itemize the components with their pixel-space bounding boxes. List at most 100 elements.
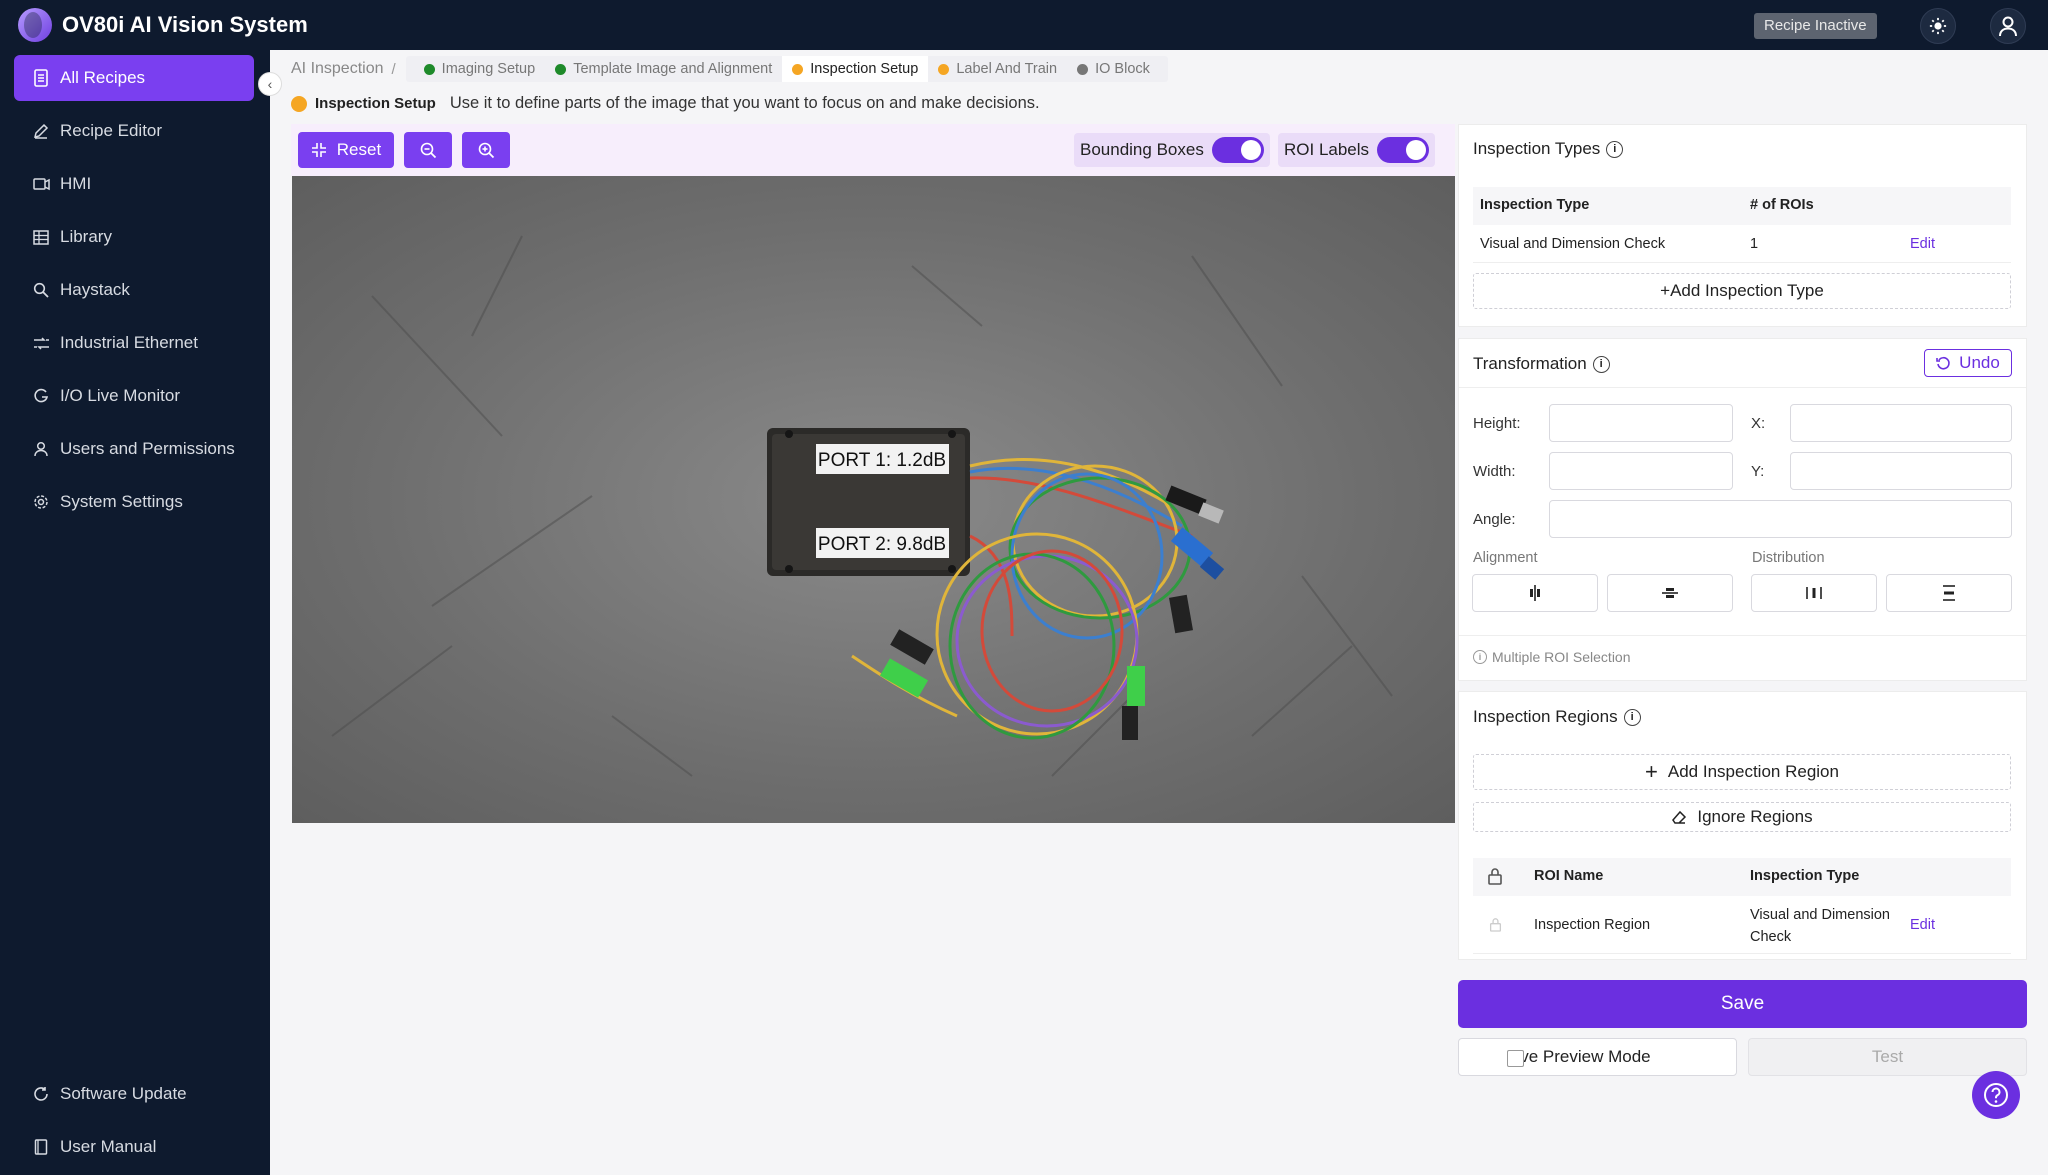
alignment-label: Alignment xyxy=(1473,550,1538,566)
user-icon xyxy=(32,440,50,458)
lock-icon xyxy=(1488,868,1502,885)
align-horizontal-center-icon xyxy=(1530,585,1540,601)
inspection-types-header: Inspection Type # of ROIs xyxy=(1473,187,2011,225)
sidebar-item-user-manual[interactable]: User Manual xyxy=(14,1124,254,1170)
tab-inspection-setup[interactable]: Inspection Setup xyxy=(782,56,929,82)
zoom-in-button[interactable] xyxy=(462,132,510,168)
undo-button[interactable]: Undo xyxy=(1924,349,2012,377)
sidebar-item-recipe-editor[interactable]: Recipe Editor xyxy=(14,108,254,154)
sidebar-item-label: Software Update xyxy=(60,1084,187,1103)
height-label: Height: xyxy=(1473,415,1521,432)
inspection-type-cell: Visual and Dimension Check xyxy=(1480,236,1666,252)
collapse-sidebar-button[interactable]: ‹ xyxy=(258,72,282,96)
button-label: Add Inspection Region xyxy=(1667,762,1839,781)
bounding-boxes-toggle[interactable]: Bounding Boxes xyxy=(1074,133,1270,167)
sidebar-item-label: Users and Permissions xyxy=(60,439,235,458)
column-header: ROI Name xyxy=(1534,868,1604,884)
edit-inspection-type-link[interactable]: Edit xyxy=(1910,236,1935,252)
help-button[interactable] xyxy=(1972,1071,2020,1119)
divider xyxy=(1459,387,2026,388)
sidebar-item-all-recipes[interactable]: All Recipes xyxy=(14,55,254,101)
sidebar-item-hmi[interactable]: HMI xyxy=(14,161,254,207)
distribution-label: Distribution xyxy=(1752,550,1825,566)
sidebar-item-library[interactable]: Library xyxy=(14,214,254,260)
monitor-icon xyxy=(32,175,50,193)
tab-label-and-train[interactable]: Label And Train xyxy=(928,56,1067,82)
align-vertical-center-icon xyxy=(1662,588,1678,598)
save-button[interactable]: Save xyxy=(1458,980,2027,1028)
bounding-boxes-switch[interactable] xyxy=(1211,137,1264,163)
roi-type-cell: Visual and Dimension Check xyxy=(1750,907,1890,945)
sidebar-item-label: User Manual xyxy=(60,1137,157,1156)
zoom-in-icon xyxy=(478,142,494,158)
add-inspection-type-button[interactable]: +Add Inspection Type xyxy=(1473,273,2011,309)
live-preview-mode-toggle[interactable]: Live Preview Mode xyxy=(1458,1038,1737,1076)
angle-input[interactable] xyxy=(1549,500,2012,538)
sidebar-item-label: Library xyxy=(60,227,112,246)
edit-inspection-region-link[interactable]: Edit xyxy=(1910,917,1935,933)
test-button[interactable]: Test xyxy=(1748,1038,2027,1076)
button-label: Ignore Regions xyxy=(1697,807,1813,826)
column-header: Inspection Type xyxy=(1750,868,1860,884)
tab-label: IO Block xyxy=(1095,61,1150,77)
sidebar-item-software-update[interactable]: Software Update xyxy=(14,1071,254,1117)
tab-imaging-setup[interactable]: Imaging Setup xyxy=(414,56,546,82)
panel-title-text: Transformation xyxy=(1473,354,1587,373)
tab-label: Imaging Setup xyxy=(441,61,536,77)
chevron-left-icon: ‹ xyxy=(267,76,273,92)
tab-label: Label And Train xyxy=(956,61,1058,77)
top-bar: OV80i AI Vision System xyxy=(0,0,2048,50)
camera-image: PORT 1: 1.2dB PORT 2: 9.8dB xyxy=(331,235,1393,777)
roi-name-cell: Inspection Region xyxy=(1534,917,1651,933)
info-icon[interactable]: i xyxy=(1606,140,1624,158)
tab-template-image-and-alignment[interactable]: Template Image and Alignment xyxy=(545,56,782,82)
user-menu-button[interactable] xyxy=(1990,8,2026,44)
live-preview-checkbox[interactable] xyxy=(1507,1050,1524,1067)
roi-labels-switch[interactable] xyxy=(1377,137,1430,163)
info-icon[interactable]: i xyxy=(1592,355,1610,373)
button-label: Test xyxy=(1871,1047,1904,1066)
inspection-image[interactable]: PORT 1: 1.2dB PORT 2: 9.8dB xyxy=(292,176,1455,823)
tab-io-block[interactable]: IO Block xyxy=(1067,56,1160,82)
sidebar-item-system-settings[interactable]: System Settings xyxy=(14,479,254,525)
breadcrumb-root[interactable]: AI Inspection xyxy=(291,60,384,78)
y-input[interactable] xyxy=(1790,452,2012,490)
sidebar-item-haystack[interactable]: Haystack xyxy=(14,267,254,313)
sidebar-item-users-and-permissions[interactable]: Users and Permissions xyxy=(14,426,254,472)
distribute-vertical-button[interactable] xyxy=(1886,574,2012,612)
align-horizontal-center-button[interactable] xyxy=(1472,574,1598,612)
height-input[interactable] xyxy=(1549,404,1733,442)
reset-button[interactable]: Reset xyxy=(298,132,394,168)
step-description: Inspection Setup Use it to define parts … xyxy=(291,94,1040,113)
grid-icon xyxy=(32,228,50,246)
inspection-regions-panel: Inspection Regions i + Add Inspection Re… xyxy=(1458,691,2027,960)
refresh-icon xyxy=(32,1085,50,1103)
add-inspection-region-button[interactable]: + Add Inspection Region xyxy=(1473,754,2011,790)
panel-title-text: Inspection Regions xyxy=(1473,707,1618,726)
sidebar-item-industrial-ethernet[interactable]: Industrial Ethernet xyxy=(14,320,254,366)
unlock-icon[interactable] xyxy=(1489,917,1502,932)
status-dot xyxy=(555,63,567,75)
book-icon xyxy=(32,1138,50,1156)
button-label: Save xyxy=(1720,993,1765,1014)
panel-title-text: Inspection Types xyxy=(1473,139,1601,158)
roi-count-cell: 1 xyxy=(1750,236,1759,252)
align-vertical-center-button[interactable] xyxy=(1607,574,1733,612)
breadcrumb: AI Inspection / Imaging Setup Template I… xyxy=(291,56,1168,82)
button-label: +Add Inspection Type xyxy=(1660,281,1824,300)
divider xyxy=(1459,635,2026,636)
x-input[interactable] xyxy=(1790,404,2012,442)
port1-label: PORT 1: 1.2dB xyxy=(818,450,946,471)
ignore-regions-button[interactable]: Ignore Regions xyxy=(1473,802,2011,832)
sidebar-item-io-live-monitor[interactable]: I/O Live Monitor xyxy=(14,373,254,419)
zoom-out-button[interactable] xyxy=(404,132,452,168)
button-label: Undo xyxy=(1959,353,2000,372)
y-label: Y: xyxy=(1751,463,1765,480)
status-dot xyxy=(792,63,804,75)
info-icon[interactable]: i xyxy=(1623,708,1641,726)
theme-toggle-button[interactable] xyxy=(1920,8,1956,44)
roi-labels-toggle[interactable]: ROI Labels xyxy=(1278,133,1436,167)
table-row: Visual and Dimension Check 1 Edit xyxy=(1473,225,2011,263)
width-input[interactable] xyxy=(1549,452,1733,490)
distribute-horizontal-button[interactable] xyxy=(1751,574,1877,612)
